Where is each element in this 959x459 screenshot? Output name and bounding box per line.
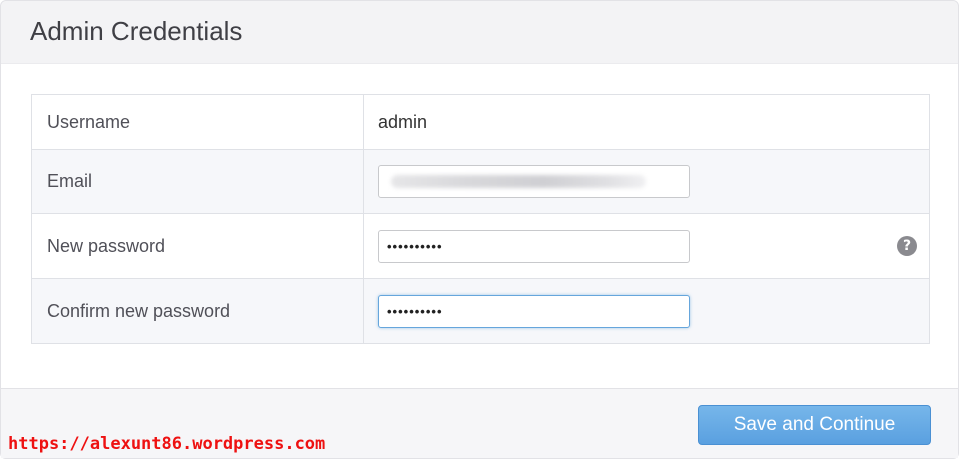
admin-credentials-panel: Admin Credentials Username admin Email N…	[0, 0, 959, 459]
new-password-row: New password •••••••••• ?	[32, 214, 929, 279]
email-row: Email	[32, 150, 929, 214]
username-row: Username admin	[32, 95, 929, 150]
confirm-password-value: ••••••••••	[387, 303, 443, 319]
panel-header: Admin Credentials	[1, 1, 958, 64]
help-icon[interactable]: ?	[897, 236, 917, 256]
email-field[interactable]	[378, 165, 690, 198]
new-password-label: New password	[32, 214, 364, 278]
panel-body: Username admin Email New password ••••••…	[1, 64, 958, 388]
confirm-password-field[interactable]: ••••••••••	[378, 294, 690, 328]
panel-title: Admin Credentials	[30, 16, 243, 46]
watermark-url: https://alexunt86.wordpress.com	[8, 434, 326, 454]
email-value-blurred	[391, 175, 646, 188]
new-password-field[interactable]: ••••••••••	[378, 229, 690, 263]
new-password-value: ••••••••••	[387, 238, 443, 254]
confirm-password-row: Confirm new password ••••••••••	[32, 279, 929, 343]
credentials-form: Username admin Email New password ••••••…	[31, 94, 930, 344]
confirm-password-label: Confirm new password	[32, 279, 364, 343]
save-and-continue-button[interactable]: Save and Continue	[698, 405, 931, 445]
email-label: Email	[32, 150, 364, 213]
username-label: Username	[32, 95, 364, 149]
username-value: admin	[378, 111, 428, 132]
